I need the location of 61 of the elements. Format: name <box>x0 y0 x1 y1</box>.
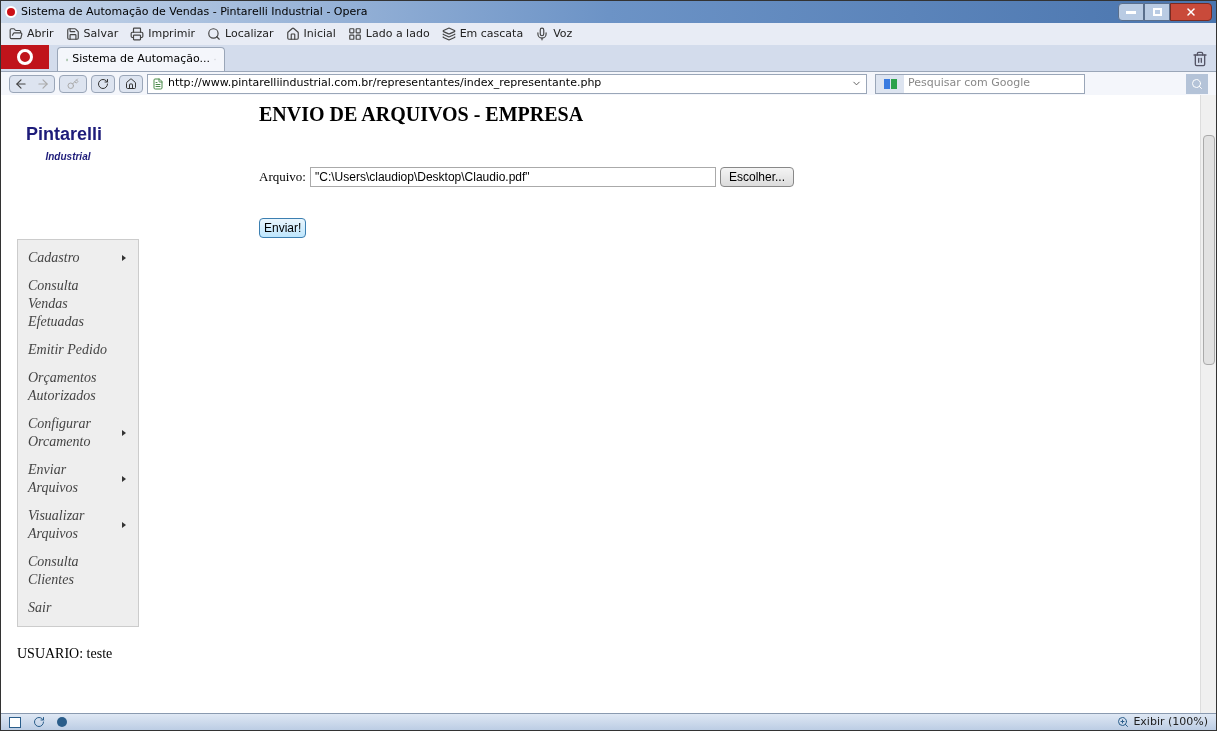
menu-item[interactable]: Sair <box>18 594 138 622</box>
window-title: Sistema de Automação de Vendas - Pintarelli Industrial - Opera <box>21 3 368 20</box>
toolbar-button[interactable]: Em cascata <box>441 25 524 43</box>
file-label: Arquivo: <box>259 168 306 187</box>
menu-item[interactable]: Emitir Pedido <box>18 336 138 364</box>
gauge-icon[interactable] <box>57 717 67 727</box>
search-icon <box>1191 77 1203 90</box>
menu-item[interactable]: Consulta Vendas Efetuadas <box>18 272 138 336</box>
stacked-windows-icon <box>441 27 456 41</box>
close-button[interactable] <box>1170 3 1212 21</box>
browse-button[interactable]: Escolher... <box>719 167 794 187</box>
forward-icon <box>36 76 50 91</box>
microphone-icon <box>535 27 550 41</box>
house-icon <box>125 77 137 90</box>
menu-item[interactable]: Enviar Arquivos <box>18 456 138 502</box>
address-field[interactable]: http://www.pintarelliindustrial.com.br/representantes/index_representante.php <box>147 73 867 94</box>
back-forward-buttons[interactable] <box>9 74 55 93</box>
search-engine-icon[interactable] <box>876 74 904 93</box>
toolbar-button[interactable]: Inicial <box>285 25 336 43</box>
search-icon <box>207 27 221 41</box>
zoom-button[interactable]: Exibir (100%) <box>1117 713 1208 730</box>
opera-logo-icon <box>5 6 17 18</box>
folder-icon <box>9 27 23 41</box>
toolbar-button[interactable]: Abrir <box>9 25 54 43</box>
url-text: http://www.pintarelliindustrial.com.br/representantes/index_representante.php <box>168 75 602 92</box>
maximize-button[interactable] <box>1144 3 1170 21</box>
file-path-field[interactable]: "C:\Users\claudiop\Desktop\Claudio.pdf" <box>309 167 716 187</box>
menu-item[interactable]: Orçamentos Autorizados <box>18 364 138 410</box>
menu-item[interactable]: Visualizar Arquivos <box>18 502 138 548</box>
user-label: USUARIO: teste <box>17 645 114 663</box>
submit-button[interactable]: Enviar! <box>259 218 307 238</box>
search-field[interactable]: Pesquisar com Google <box>875 73 1085 94</box>
reload-button[interactable] <box>91 74 115 93</box>
house-icon <box>285 27 300 41</box>
menu-item[interactable]: Cadastro <box>18 244 138 272</box>
search-input[interactable]: Pesquisar com Google <box>904 75 1084 92</box>
reload-icon <box>97 77 109 90</box>
page-heading: ENVIO DE ARQUIVOS - EMPRESA <box>259 102 585 127</box>
toolbar-button[interactable]: Lado a lado <box>347 25 430 43</box>
toolbar-button[interactable]: Imprimir <box>130 25 195 43</box>
panel-toggle-icon[interactable] <box>9 716 21 728</box>
toolbar-button[interactable]: Localizar <box>207 25 274 43</box>
menu-item[interactable]: Consulta Clientes <box>18 548 138 594</box>
browser-tab[interactable]: Sistema de Automação... <box>57 47 225 71</box>
zoom-icon <box>1117 716 1130 728</box>
printer-icon <box>130 27 145 41</box>
grid-icon <box>347 27 362 41</box>
logo-text: Pintarelli <box>26 125 102 143</box>
opera-menu-button[interactable] <box>1 45 49 69</box>
close-icon <box>1185 6 1197 18</box>
back-icon <box>14 76 28 91</box>
toolbar-button[interactable]: Salvar <box>65 25 119 43</box>
toolbar-button[interactable]: Voz <box>535 25 573 43</box>
reload-icon[interactable] <box>33 716 45 728</box>
home-button[interactable] <box>119 74 143 93</box>
key-icon <box>67 77 79 90</box>
opera-logo-icon <box>17 49 33 65</box>
logo-subtitle: Industrial <box>45 150 91 164</box>
menu-item[interactable]: Configurar Orcamento <box>18 410 138 456</box>
minimize-button[interactable] <box>1118 3 1144 21</box>
trash-icon[interactable] <box>1192 51 1208 67</box>
